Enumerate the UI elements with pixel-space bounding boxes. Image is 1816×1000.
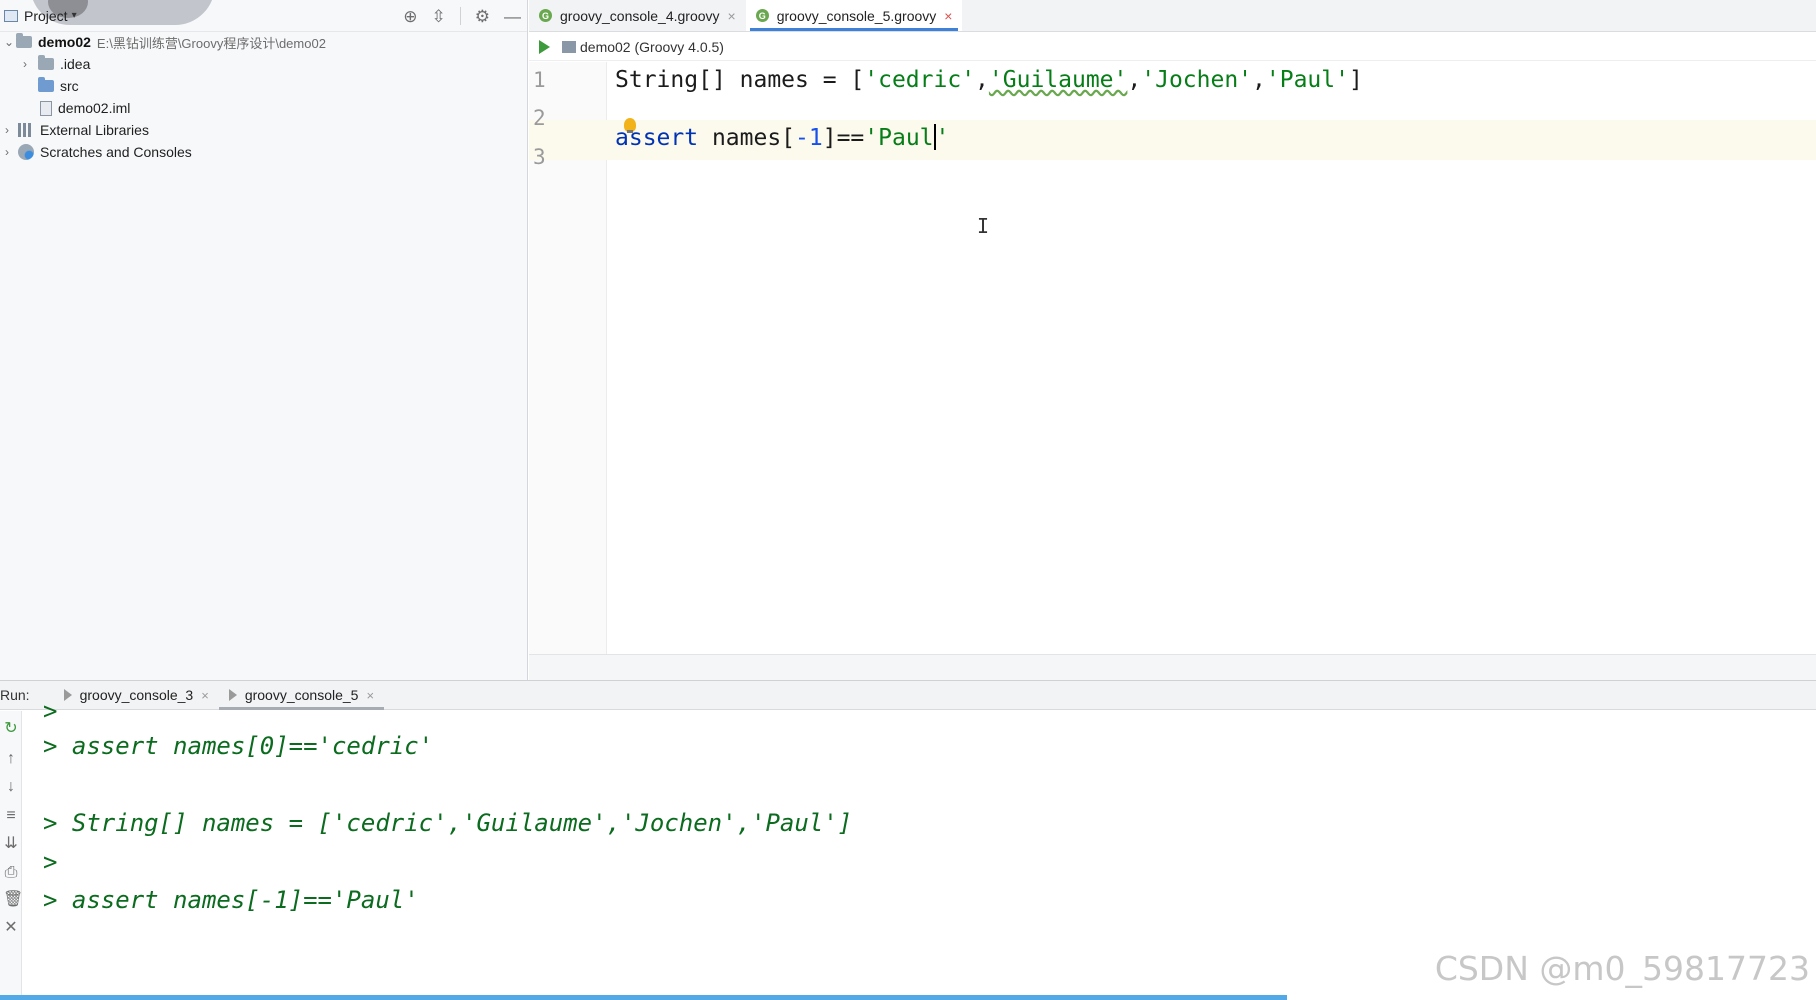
tree-item-src[interactable]: src [38,75,79,97]
iml-file-icon [40,100,52,116]
tree-item-demo02[interactable]: ⌄ demo02 E:\黑钻训练营\Groovy程序设计\demo02 [2,31,326,53]
tree-item-label: demo02 [38,34,91,50]
collapse-icon[interactable]: ⇳ [432,8,446,25]
string-literal: 'Paul [864,125,934,151]
code-line-3[interactable]: assert names[-1]=='Paul' [615,120,949,156]
tab-label: groovy_console_4.groovy [560,7,720,24]
project-title[interactable]: Project [24,8,68,24]
gear-icon[interactable]: ⚙ [475,8,490,25]
tab-groovy-console-4[interactable]: G groovy_console_4.groovy × [529,0,746,31]
trash-icon[interactable]: 🗑 [3,892,23,908]
string-literal: 'Paul' [1265,67,1349,93]
chevron-down-icon[interactable]: ⌄ [2,35,16,49]
code-token: , [975,67,989,93]
run-tab-label: groovy_console_5 [244,687,359,703]
source-folder-icon [38,77,54,92]
run-tab-groovy-console-5[interactable]: groovy_console_5 × [218,681,385,710]
number-literal: -1 [795,125,823,151]
crosshair-icon[interactable]: ⊕ [403,8,417,25]
keyword: assert [615,125,699,151]
module-icon [562,40,576,53]
line-number: 1 [533,68,546,92]
groovy-file-icon: G [755,9,769,22]
project-panel: Project ▾ ⊕ ⇳ ⚙ — ⌄ demo02 E:\黑钻训练营\Groo… [0,0,528,680]
scroll-to-end-icon[interactable]: ⇊ [3,836,19,852]
code-token: names[ [698,125,796,151]
scratches-icon [18,144,34,160]
groovy-file-icon: G [539,9,552,22]
code-line-1[interactable]: String[] names = ['cedric','Guilaume','J… [615,62,1363,98]
editor-status-strip [529,654,1816,680]
run-config-bar: demo02 (Groovy 4.0.5) [529,33,1816,61]
console-line: > assert names[-1]=='Paul' [43,886,419,914]
tree-item-label: demo02.iml [58,100,131,116]
string-literal: 'cedric' [864,67,976,93]
editor-tab-bar: G groovy_console_4.groovy × G groovy_con… [529,0,1816,32]
run-tab-groovy-console-3[interactable]: groovy_console_3 × [54,681,219,710]
code-editor[interactable]: 1 2 3 String[] names = ['cedric','Guilau… [529,62,1816,654]
run-config-label[interactable]: demo02 (Groovy 4.0.5) [580,39,724,55]
run-label: Run: [0,687,30,703]
run-side-toolbar: ↻ ↑ ↓ ≡ ⇊ ⎙ 🗑 ✕ [0,711,23,1000]
module-folder-icon [16,33,32,48]
string-literal: 'Guilaume' [988,67,1128,93]
run-tab-bar: Run: groovy_console_3 × groovy_console_5… [0,680,1816,710]
library-icon [18,123,34,137]
chevron-down-icon[interactable]: ▾ [72,10,77,21]
arrow-up-icon[interactable]: ↑ [3,751,19,767]
tree-item-label: .idea [60,56,91,72]
chevron-right-icon[interactable]: › [18,57,32,71]
close-icon[interactable]: × [366,688,374,703]
tree-item-scratches[interactable]: › Scratches and Consoles [0,141,192,163]
close-icon[interactable]: × [944,8,952,24]
run-tab-label: groovy_console_3 [79,687,194,703]
arrow-down-icon[interactable]: ↓ [3,779,19,795]
minimize-icon[interactable]: — [504,8,521,25]
progress-bar [0,995,1287,1000]
ibeam-cursor-icon: I [977,214,990,238]
string-literal: 'Jochen' [1141,67,1253,93]
folder-icon [38,55,54,70]
console-line: > [43,848,58,876]
tree-item-external-libraries[interactable]: › External Libraries [0,119,149,141]
console-line: > [43,697,58,725]
tree-item-label: src [60,78,79,94]
console-line: > String[] names = ['cedric','Guilaume',… [43,809,853,837]
run-config-icon [228,689,237,701]
run-config-icon [63,689,72,701]
tree-item-path: E:\黑钻训练营\Groovy程序设计\demo02 [96,35,326,51]
code-token: String [615,67,699,93]
tree-item-label: External Libraries [40,122,149,138]
close-icon[interactable]: × [728,8,736,24]
tree-item-demo02-iml[interactable]: demo02.iml [40,97,130,119]
chevron-right-icon[interactable]: › [0,145,14,159]
watermark: CSDN @m0_59817723 [1434,949,1810,988]
code-token: [] names = [ [698,67,865,93]
console-line: > assert names[0]=='cedric' [43,732,434,760]
run-play-icon[interactable] [539,39,550,54]
toolbar-divider [459,7,461,25]
line-number: 2 [533,106,546,130]
tab-label: groovy_console_5.groovy [776,7,937,24]
code-token: ] [1348,67,1363,93]
code-token: , [1252,67,1266,93]
tab-groovy-console-5[interactable]: G groovy_console_5.groovy × [745,0,963,31]
tree-item-idea[interactable]: › .idea [18,53,90,75]
project-toolbar: ⊕ ⇳ ⚙ — [403,0,521,32]
line-number: 3 [533,145,546,169]
code-token: ]== [822,125,865,151]
print-icon[interactable]: ⎙ [3,865,19,881]
tree-item-label: Scratches and Consoles [40,144,192,160]
project-header: Project ▾ ⊕ ⇳ ⚙ — [0,0,527,32]
close-icon[interactable]: × [201,688,209,703]
project-window-icon [4,9,18,22]
soft-wrap-icon[interactable]: ≡ [3,808,19,824]
close-icon[interactable]: ✕ [3,920,19,936]
string-literal: ' [935,125,950,151]
chevron-right-icon[interactable]: › [0,123,14,137]
code-token: , [1127,67,1142,93]
rerun-icon[interactable]: ↻ [3,721,19,737]
